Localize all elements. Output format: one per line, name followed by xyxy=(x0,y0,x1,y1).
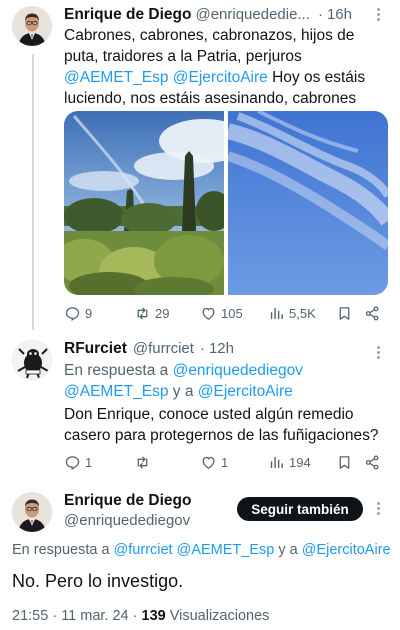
photo-trees-sky[interactable] xyxy=(64,111,224,295)
handle[interactable]: @furrciet xyxy=(133,340,194,357)
tweet-meta: 21:55 · 11 mar. 24 · 139 Visualizaciones xyxy=(12,608,270,624)
like-button[interactable]: 105 xyxy=(200,305,243,322)
media-grid xyxy=(64,111,388,295)
share-icon xyxy=(365,454,379,470)
trees-photo-icon xyxy=(64,111,224,295)
tweet-text: No. Pero lo investigo. xyxy=(12,571,184,591)
share-button[interactable] xyxy=(364,454,381,471)
retweet-icon xyxy=(137,307,148,319)
avatar[interactable] xyxy=(12,492,52,532)
avatar[interactable] xyxy=(12,340,52,380)
follow-button[interactable]: Seguir también xyxy=(237,497,363,521)
mention-ejercitoaire[interactable]: @EjercitoAire xyxy=(302,542,391,558)
tweet-text: Cabrones, cabrones, cabronazos, hijos de… xyxy=(64,27,366,107)
tweet-rfurciet[interactable]: RFurciet @furrciet · 12h En respuesta a … xyxy=(0,330,400,480)
timestamp[interactable]: 16h xyxy=(327,6,352,23)
avatar[interactable] xyxy=(12,6,52,46)
display-name[interactable]: Enrique de Diego xyxy=(64,492,191,510)
retweet-button[interactable] xyxy=(134,454,155,471)
retweet-icon xyxy=(137,456,148,468)
bookmark-button[interactable] xyxy=(336,305,353,322)
mention-furrciet[interactable]: @furrciet xyxy=(114,542,173,558)
tweet-time[interactable]: 21:55 xyxy=(12,608,48,624)
reply-context: En respuesta a @enriquedediegov @AEMET_E… xyxy=(64,362,303,400)
share-icon xyxy=(365,305,379,321)
bookmark-button[interactable] xyxy=(336,454,353,471)
tweet-text: Don Enrique, conoce usted algún remedio … xyxy=(64,406,379,444)
views-chart-icon xyxy=(270,307,283,319)
action-bar: 9 29 105 5,5K xyxy=(64,304,394,322)
avatar-portrait-icon xyxy=(12,6,52,46)
views-chart-icon xyxy=(270,456,283,468)
mention-aemet[interactable]: @AEMET_Esp xyxy=(64,383,168,400)
reply-button[interactable]: 1 xyxy=(64,454,92,471)
mention-ejercitoaire[interactable]: @EjercitoAire xyxy=(198,383,293,400)
sky-photo-icon xyxy=(228,111,388,295)
views-label: Visualizaciones xyxy=(169,608,270,624)
more-options-icon[interactable] xyxy=(377,8,381,21)
bookmark-icon xyxy=(339,455,350,469)
mention-ejercitoaire[interactable]: @EjercitoAire xyxy=(173,69,268,86)
retweet-button[interactable]: 29 xyxy=(134,305,169,322)
tweet-date[interactable]: 11 mar. 24 xyxy=(61,608,128,624)
main-tweet: Enrique de Diego @enriquedediegov Seguir… xyxy=(0,480,400,630)
share-button[interactable] xyxy=(364,305,381,322)
mention-aemet[interactable]: @AEMET_Esp xyxy=(177,542,275,558)
thread-line xyxy=(32,54,34,330)
more-options-icon[interactable] xyxy=(377,502,381,515)
photo-blue-sky-trails[interactable] xyxy=(228,111,388,295)
display-name[interactable]: RFurciet xyxy=(64,340,127,358)
reply-button[interactable]: 9 xyxy=(64,305,92,322)
display-name[interactable]: Enrique de Diego xyxy=(64,6,191,24)
reply-icon xyxy=(65,306,80,321)
views-button[interactable]: 194 xyxy=(268,454,311,471)
more-options-icon[interactable] xyxy=(377,346,381,359)
handle[interactable]: @enriquededie... xyxy=(195,6,309,23)
bookmark-icon xyxy=(339,306,350,320)
reply-context: En respuesta a @furrciet @AEMET_Esp y a … xyxy=(12,542,391,558)
time-separator: · xyxy=(199,340,205,357)
handle[interactable]: @enriquedediegov xyxy=(64,512,190,529)
avatar-portrait-icon xyxy=(12,492,52,532)
heart-icon xyxy=(202,456,215,469)
timestamp[interactable]: 12h xyxy=(209,340,234,357)
time-separator: · xyxy=(317,6,323,23)
avatar-cartoon-icon xyxy=(13,341,51,379)
heart-icon xyxy=(202,307,215,320)
like-button[interactable]: 1 xyxy=(200,454,228,471)
tweet-enrique-1[interactable]: Enrique de Diego @enriquededie... · 16h … xyxy=(0,0,400,330)
mention-enriquedediegov[interactable]: @enriquedediegov xyxy=(173,362,303,379)
mention-aemet[interactable]: @AEMET_Esp xyxy=(64,69,168,86)
action-bar: 1 1 194 xyxy=(64,453,394,471)
views-count: 139 xyxy=(141,608,166,624)
views-button[interactable]: 5,5K xyxy=(268,305,316,322)
reply-icon xyxy=(65,455,80,470)
